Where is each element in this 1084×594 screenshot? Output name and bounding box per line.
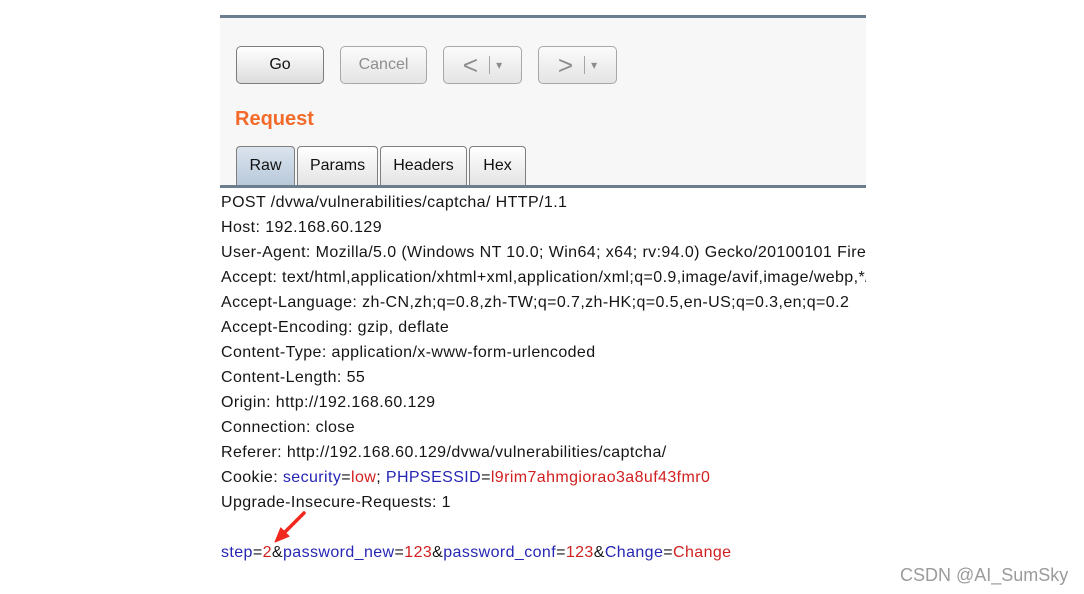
body-assign: = xyxy=(252,544,263,561)
chevron-right-icon: > xyxy=(557,50,574,80)
watermark: CSDN @AI_SumSky xyxy=(900,565,1069,585)
body-param-name-step: step xyxy=(221,544,253,561)
tab-label: Headers xyxy=(393,157,454,174)
body-param-name-change: Change xyxy=(604,544,664,561)
body-assign: = xyxy=(663,544,674,561)
header-line-accept-language[interactable]: Accept-Language: zh-CN,zh;q=0.8,zh-TW;q=… xyxy=(221,290,866,315)
back-button[interactable]: < ▾ xyxy=(443,46,522,84)
header-line-cookie[interactable]: Cookie: security = low ; PHPSESSID = l9r… xyxy=(221,465,866,490)
tab-label: Raw xyxy=(249,157,282,174)
header-line-origin[interactable]: Origin: http://192.168.60.129 xyxy=(221,390,866,415)
body-assign: = xyxy=(394,544,405,561)
header-line-user-agent[interactable]: User-Agent: Mozilla/5.0 (Windows NT 10.0… xyxy=(221,240,866,265)
body-param-value-password-conf: 123 xyxy=(565,544,594,561)
tab-strip-divider xyxy=(220,185,866,188)
tab-hex[interactable]: Hex xyxy=(469,146,526,185)
body-assign: = xyxy=(556,544,566,561)
chevron-left-icon: < xyxy=(462,50,479,80)
cookie-assign: = xyxy=(481,469,491,486)
header-line-accept[interactable]: Accept: text/html,application/xhtml+xml,… xyxy=(221,265,866,290)
cookie-header-label: Cookie: xyxy=(221,469,283,486)
tab-raw[interactable]: Raw xyxy=(236,146,295,185)
body-param-name-password-conf: password_conf xyxy=(443,544,557,561)
red-arrow-annotation xyxy=(274,511,306,543)
blank-line[interactable] xyxy=(221,515,866,540)
cookie-separator: ; xyxy=(376,469,386,486)
tab-label: Hex xyxy=(483,157,512,174)
header-line-connection[interactable]: Connection: close xyxy=(221,415,866,440)
go-button-label: Go xyxy=(269,56,291,73)
cookie-value-security: low xyxy=(350,469,377,486)
tab-headers[interactable]: Headers xyxy=(380,146,467,185)
button-separator xyxy=(489,56,491,74)
header-line-referer[interactable]: Referer: http://192.168.60.129/dvwa/vuln… xyxy=(221,440,866,465)
request-body-line[interactable]: step = 2 & password_new = 123 & password… xyxy=(221,540,866,565)
raw-request-editor[interactable]: POST /dvwa/vulnerabilities/captcha/ HTTP… xyxy=(221,190,866,565)
tab-label: Params xyxy=(309,157,366,174)
cookie-value-phpsessid: l9rim7ahmgiorao3a8uf43fmr0 xyxy=(490,469,711,486)
body-param-value-change: Change xyxy=(673,544,732,561)
request-panel-title: Request xyxy=(235,108,314,130)
cancel-button-label: Cancel xyxy=(358,56,409,73)
header-line-content-length[interactable]: Content-Length: 55 xyxy=(221,365,866,390)
go-button[interactable]: Go xyxy=(236,46,324,84)
cancel-button[interactable]: Cancel xyxy=(340,46,427,84)
cookie-assign: = xyxy=(341,469,351,486)
header-line-content-type[interactable]: Content-Type: application/x-www-form-url… xyxy=(221,340,866,365)
request-line[interactable]: POST /dvwa/vulnerabilities/captcha/ HTTP… xyxy=(221,190,866,215)
header-line-upgrade-insecure-requests[interactable]: Upgrade-Insecure-Requests: 1 xyxy=(221,490,866,515)
forward-button[interactable]: > ▾ xyxy=(538,46,617,84)
header-line-host[interactable]: Host: 192.168.60.129 xyxy=(221,215,866,240)
body-param-value-password-new: 123 xyxy=(404,544,433,561)
header-line-accept-encoding[interactable]: Accept-Encoding: gzip, deflate xyxy=(221,315,866,340)
caret-down-icon[interactable]: ▾ xyxy=(591,59,597,71)
body-separator: & xyxy=(593,544,605,561)
body-separator: & xyxy=(432,544,444,561)
caret-down-icon[interactable]: ▾ xyxy=(496,59,502,71)
cookie-name-security: security xyxy=(282,469,342,486)
cookie-name-phpsessid: PHPSESSID xyxy=(385,469,482,486)
button-separator xyxy=(584,56,586,74)
tab-params[interactable]: Params xyxy=(297,146,378,185)
